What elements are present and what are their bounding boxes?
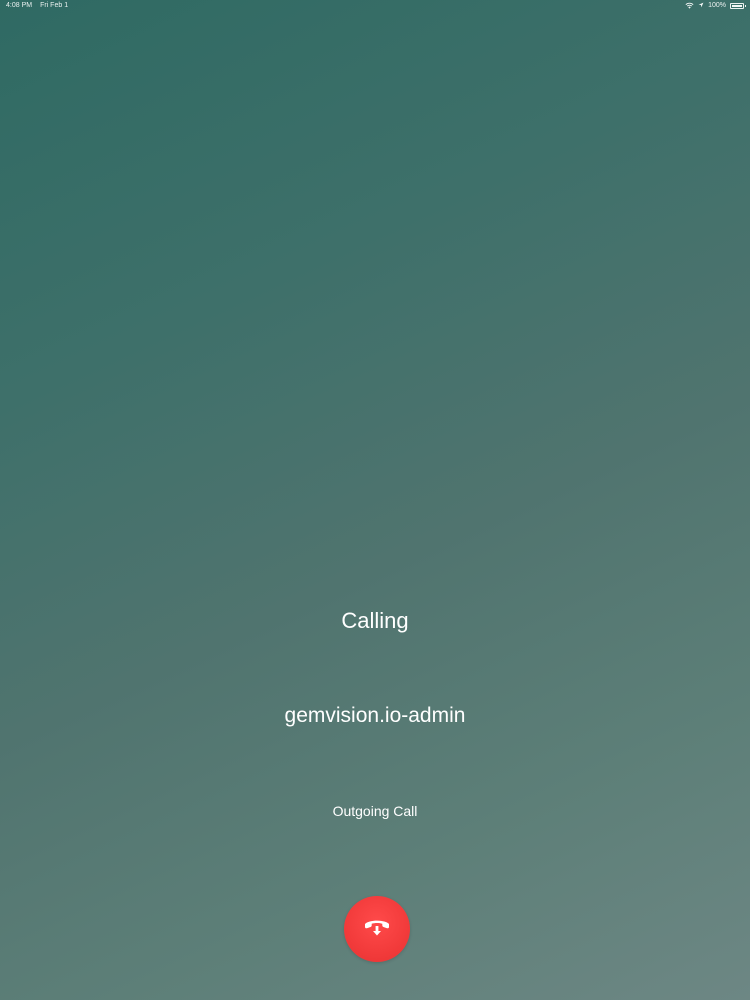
status-bar: 4:08 PM Fri Feb 1 100% [0, 0, 750, 12]
battery-icon [730, 3, 746, 9]
battery-fill [732, 5, 742, 7]
call-screen: 4:08 PM Fri Feb 1 100% Calling gemvision… [0, 0, 750, 1000]
status-date: Fri Feb 1 [40, 2, 69, 9]
battery-percent: 100% [708, 2, 726, 9]
end-call-button[interactable] [344, 896, 410, 962]
status-time: 4:08 PM [6, 2, 33, 9]
status-bar-right: 100% [685, 0, 746, 12]
end-call-icon [363, 916, 391, 943]
status-bar-left: 4:08 PM Fri Feb 1 [6, 0, 68, 12]
call-type-label: Outgoing Call [332, 803, 418, 819]
location-arrow-icon [698, 0, 704, 12]
call-status-text: Calling [341, 608, 409, 633]
caller-name: gemvision.io-admin [284, 704, 466, 727]
wifi-icon [685, 0, 694, 12]
